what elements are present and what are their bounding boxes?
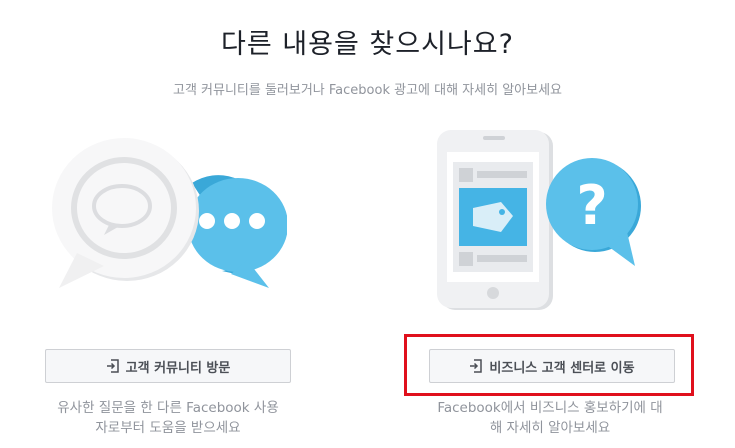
page-subtitle: 고객 커뮤니티를 둘러보거나 Facebook 광고에 대해 자세히 알아보세요 <box>172 83 562 98</box>
white-chat-bubble <box>52 138 199 288</box>
page-title: 다른 내용을 찾으시나요? <box>221 29 514 60</box>
community-description-line: 유사한 질문을 한 다른 Facebook 사용 <box>57 400 279 416</box>
community-description-line: 자로부터 도움을 받으세요 <box>95 420 241 436</box>
phone-question-illustration: ? <box>437 130 641 310</box>
community-description: 유사한 질문을 한 다른 Facebook 사용 자로부터 도움을 받으세요 <box>30 398 306 438</box>
visit-community-button[interactable]: 고객 커뮤니티 방문 <box>45 349 291 383</box>
business-description-line: 해 자세히 알아보세요 <box>489 420 611 436</box>
business-description-line: Facebook에서 비즈니스 홍보하기에 대 <box>437 400 663 416</box>
question-bubble: ? <box>546 158 641 266</box>
business-description: Facebook에서 비즈니스 홍보하기에 대 해 자세히 알아보세요 <box>410 398 690 438</box>
highlight-box <box>404 334 694 396</box>
phone-graphic <box>437 130 553 310</box>
enter-icon <box>106 359 120 373</box>
svg-text:?: ? <box>576 174 607 237</box>
visit-community-label: 고객 커뮤니티 방문 <box>125 360 231 376</box>
chat-bubbles-illustration <box>52 138 287 288</box>
blue-chat-bubble <box>188 175 287 288</box>
